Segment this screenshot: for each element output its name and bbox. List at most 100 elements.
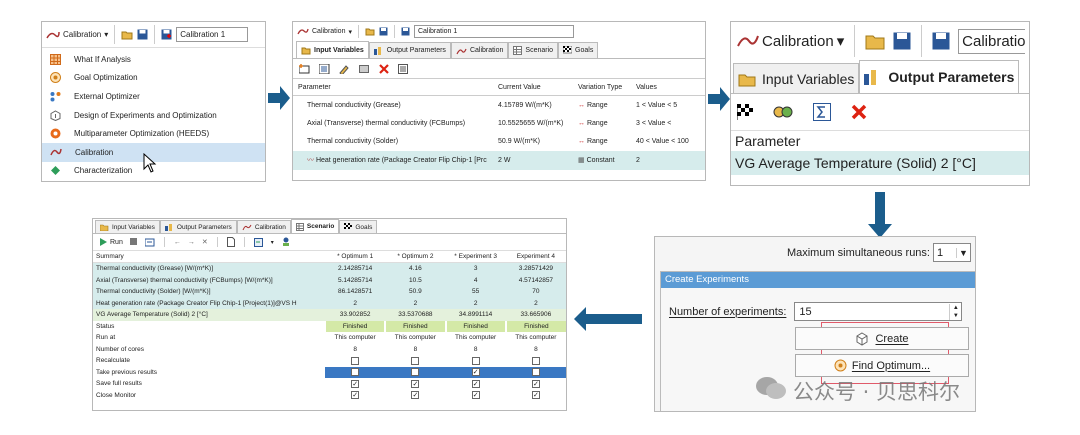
run-at-cell[interactable]: This computer: [446, 332, 506, 344]
checkbox-checked[interactable]: ✓: [471, 368, 480, 377]
menu-item-external-optimizer[interactable]: External Optimizer: [42, 87, 265, 106]
checkbox-unchecked[interactable]: [471, 356, 480, 365]
table-row[interactable]: Thermal conductivity (Solder) [W/(m*K)] 8…: [93, 286, 566, 298]
table-row[interactable]: Axial (Transverse) thermal conductivity …: [293, 114, 705, 133]
tab-goals[interactable]: Goals: [558, 42, 599, 58]
arrow-right-icon[interactable]: →: [188, 239, 195, 246]
checkbox-checked[interactable]: ✓: [471, 379, 480, 388]
checkbox-unchecked[interactable]: [411, 368, 420, 377]
calibration-dropdown[interactable]: Calibration ▾: [297, 27, 352, 36]
save-icon[interactable]: [137, 29, 148, 40]
stop-icon[interactable]: [129, 238, 138, 246]
run-at-cell[interactable]: This computer: [325, 332, 385, 344]
checkbox-checked[interactable]: ✓: [411, 379, 420, 388]
link-parameters-icon[interactable]: [773, 103, 793, 121]
menu-item-doe[interactable]: Design of Experiments and Optimization: [42, 106, 265, 125]
checkbox-unchecked[interactable]: [531, 368, 540, 377]
table-row[interactable]: Thermal conductivity (Solder) 50.9 W/(m*…: [293, 133, 705, 152]
open-folder-icon[interactable]: [121, 29, 133, 40]
max-runs-select[interactable]: 1 ▼: [933, 243, 971, 262]
checkbox-unchecked[interactable]: [531, 356, 540, 365]
tab-calibration[interactable]: Calibration: [236, 220, 291, 233]
save-icon[interactable]: [379, 27, 388, 36]
checkbox-checked[interactable]: ✓: [471, 391, 480, 400]
checkbox-checked[interactable]: ✓: [411, 391, 420, 400]
save-as-icon[interactable]: [932, 32, 950, 50]
checkered-flag-icon: [563, 46, 573, 55]
chevron-down-icon[interactable]: ▾: [271, 239, 274, 246]
variation-type: ↔ Range: [578, 119, 608, 127]
calibration-icon: [46, 30, 60, 40]
table-row[interactable]: 〰 Heat generation rate (Package Creator …: [293, 151, 705, 170]
checkbox-unchecked[interactable]: [411, 356, 420, 365]
open-folder-icon[interactable]: [365, 27, 375, 36]
batch-run-icon[interactable]: [144, 238, 155, 247]
checkbox-checked[interactable]: ✓: [351, 379, 360, 388]
table-row[interactable]: Heat generation rate (Package Creator Fl…: [93, 297, 566, 309]
tab-input-variables[interactable]: Input Variables: [733, 63, 860, 93]
delete-icon[interactable]: [379, 63, 389, 74]
cores-cell[interactable]: 8: [446, 344, 506, 356]
spinner-arrows-icon[interactable]: ▲ ▼: [949, 303, 961, 320]
table-row[interactable]: Thermal conductivity (Grease) 4.15789 W/…: [293, 96, 705, 115]
tab-calibration[interactable]: Calibration: [450, 42, 509, 58]
tab-scenario[interactable]: Scenario: [290, 219, 340, 233]
arrow-left-icon[interactable]: ←: [174, 239, 181, 246]
checkbox-unchecked[interactable]: [351, 368, 360, 377]
tab-scenario[interactable]: Scenario: [508, 42, 559, 58]
delete-icon[interactable]: [851, 104, 867, 120]
table-edit-icon[interactable]: [359, 64, 370, 74]
checkbox-checked[interactable]: ✓: [531, 391, 540, 400]
table-row[interactable]: Axial (Transverse) thermal conductivity …: [93, 274, 566, 286]
open-folder-icon[interactable]: [865, 32, 885, 50]
cores-cell[interactable]: 8: [325, 344, 385, 356]
network-icon[interactable]: [281, 237, 291, 247]
tab-goals[interactable]: Goals: [339, 220, 378, 233]
calibration-name-field[interactable]: Calibration 1: [958, 28, 1025, 54]
menu-item-goal-optimization[interactable]: Goal Optimization: [42, 69, 265, 88]
values-cell: 2: [636, 156, 640, 164]
cores-cell[interactable]: 8: [506, 344, 566, 356]
cores-cell[interactable]: 8: [385, 344, 445, 356]
create-button[interactable]: Create: [795, 327, 969, 350]
tab-label: Goals: [355, 223, 373, 231]
menu-item-what-if[interactable]: What If Analysis: [42, 50, 265, 69]
save-as-icon[interactable]: [161, 29, 172, 40]
variables-toolbar: [293, 59, 705, 78]
max-runs-label: Maximum simultaneous runs:: [786, 246, 930, 259]
run-button[interactable]: Run: [99, 238, 123, 246]
close-icon[interactable]: ✕: [202, 238, 208, 246]
save-as-icon[interactable]: [401, 27, 410, 36]
output-row[interactable]: VG Average Temperature (Solid) 2 [°C]: [731, 151, 1029, 175]
checkbox-checked[interactable]: ✓: [351, 391, 360, 400]
checkered-flag-icon[interactable]: [737, 104, 753, 120]
save-icon[interactable]: [893, 32, 911, 50]
run-at-cell[interactable]: This computer: [385, 332, 445, 344]
table-row[interactable]: VG Average Temperature (Solid) 2 [°C] 33.…: [93, 309, 566, 321]
tab-label: Calibration: [254, 223, 286, 231]
add-group-icon[interactable]: [319, 63, 330, 74]
find-optimum-button[interactable]: Find Optimum...: [795, 354, 969, 377]
new-page-icon[interactable]: [226, 237, 235, 247]
calibration-name-field[interactable]: Calibration 1: [176, 27, 249, 42]
tab-input-variables[interactable]: Input Variables: [95, 220, 160, 233]
run-at-cell[interactable]: This computer: [506, 332, 566, 344]
num-experiments-spinner[interactable]: 15 ▲ ▼: [794, 302, 963, 321]
calibration-name-field[interactable]: Calibration 1: [413, 25, 574, 38]
tab-output-parameters[interactable]: Output Parameters: [368, 42, 451, 58]
calibration-dropdown[interactable]: Calibration ▾: [737, 32, 844, 50]
tab-output-parameters[interactable]: Output Parameters: [159, 220, 237, 233]
properties-icon[interactable]: [398, 63, 408, 74]
menu-item-heeds[interactable]: Multiparameter Optimization (HEEDS): [42, 124, 265, 143]
edit-icon[interactable]: [339, 64, 350, 74]
add-variable-icon[interactable]: [299, 63, 310, 74]
calibration-dropdown[interactable]: Calibration ▾: [46, 30, 108, 40]
checkbox-checked[interactable]: ✓: [531, 379, 540, 388]
table-row[interactable]: Thermal conductivity (Grease) [W/(m*K)] 2…: [93, 263, 566, 275]
tab-input-variables[interactable]: Input Variables: [296, 41, 369, 58]
checkbox-unchecked[interactable]: [351, 356, 360, 365]
checkbox-cell: ✓: [446, 378, 506, 390]
sum-icon[interactable]: [813, 103, 831, 121]
tab-output-parameters[interactable]: Output Parameters: [859, 60, 1020, 93]
export-icon[interactable]: [253, 237, 264, 247]
